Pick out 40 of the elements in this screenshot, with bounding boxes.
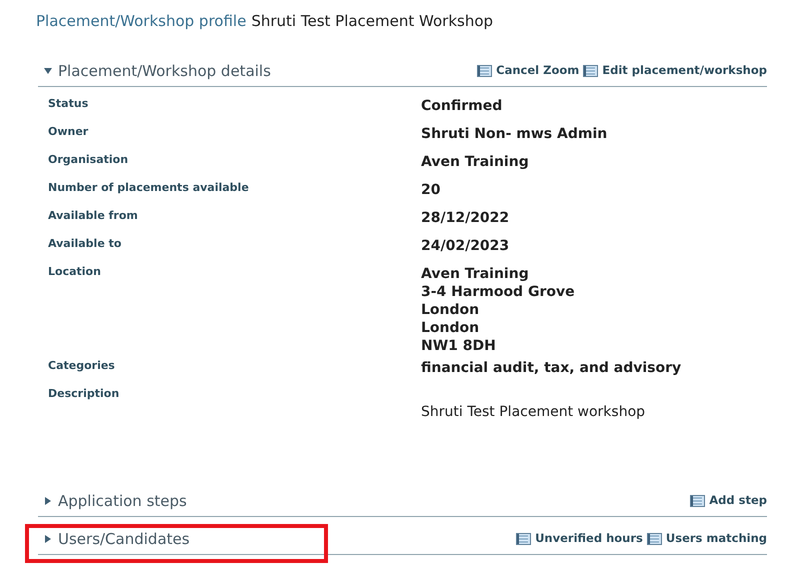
field-label: Owner xyxy=(47,124,90,140)
action-link[interactable]: Unverified hours xyxy=(516,530,643,548)
table-icon xyxy=(516,533,532,545)
field-label: Organisation xyxy=(47,152,130,168)
field-value: financial audit, tax, and advisory xyxy=(421,358,682,376)
action-link[interactable]: Users matching xyxy=(646,530,767,548)
field-value: London xyxy=(421,300,480,318)
field-label: Status xyxy=(47,96,90,112)
table-icon xyxy=(477,65,492,77)
field-value: 3-4 Harmood Grove xyxy=(421,282,575,300)
action-link[interactable]: Add step xyxy=(690,492,767,510)
field-value: Aven Training xyxy=(421,264,529,282)
expand-arrow-icon[interactable] xyxy=(44,535,52,543)
field-label: Number of placements available xyxy=(47,180,250,196)
table-icon xyxy=(646,533,662,545)
field-value: Shruti Non- mws Admin xyxy=(421,124,608,142)
field-value: Shruti Test Placement workshop xyxy=(421,402,646,420)
field-value: 28/12/2022 xyxy=(421,208,510,226)
field-label: Location xyxy=(47,264,102,280)
field-value: Confirmed xyxy=(421,96,502,114)
breadcrumb-link[interactable]: Placement/Workshop profile xyxy=(36,10,246,32)
action-link[interactable]: Edit placement/workshop xyxy=(583,62,767,80)
field-value: 20 xyxy=(421,180,440,198)
action-link[interactable]: Cancel Zoom xyxy=(477,62,580,80)
field-label: Available to xyxy=(47,236,122,252)
field-label: Available from xyxy=(47,208,139,224)
section-title[interactable]: Placement/Workshop details xyxy=(58,60,271,82)
field-value: 24/02/2023 xyxy=(421,236,510,254)
expand-arrow-icon[interactable] xyxy=(44,497,52,505)
table-icon xyxy=(690,495,706,507)
section-title[interactable]: Users/Candidates xyxy=(58,528,190,550)
field-value: NW1 8DH xyxy=(421,336,496,354)
field-value: London xyxy=(421,318,480,336)
section-title[interactable]: Application steps xyxy=(58,490,187,512)
field-label: Description xyxy=(47,386,120,402)
field-label: Categories xyxy=(47,358,116,374)
page-title: Shruti Test Placement Workshop xyxy=(251,11,494,32)
field-value: Aven Training xyxy=(421,152,529,170)
table-icon xyxy=(583,65,598,77)
collapse-arrow-icon[interactable] xyxy=(44,67,52,75)
